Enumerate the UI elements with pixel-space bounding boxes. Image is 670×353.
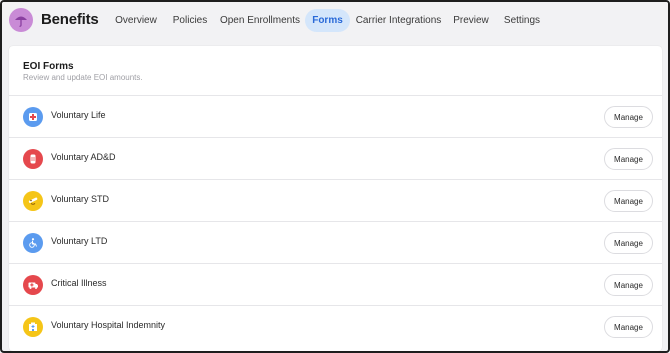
- card-subtitle: Review and update EOI amounts.: [23, 73, 143, 82]
- manage-button[interactable]: Manage: [604, 148, 653, 170]
- app-title: Benefits: [41, 11, 99, 28]
- umbrella-icon: [9, 8, 33, 32]
- manage-button[interactable]: Manage: [604, 106, 653, 128]
- tab-preview[interactable]: Preview: [449, 9, 493, 32]
- row-label: Voluntary STD: [51, 194, 110, 204]
- list-item: Critical Illness Manage: [9, 264, 662, 306]
- list-item: Voluntary LTD Manage: [9, 222, 662, 264]
- life-shield-icon: [23, 107, 43, 127]
- app-window: Benefits Overview Policies Open Enrollme…: [0, 0, 670, 353]
- row-label: Voluntary Life: [51, 110, 106, 120]
- list-item: Voluntary STD Manage: [9, 180, 662, 222]
- wheelchair-icon: [23, 233, 43, 253]
- list-item: Voluntary Life Manage: [9, 96, 662, 138]
- bandaged-face-icon: [23, 191, 43, 211]
- list-item: Voluntary Hospital Indemnity Manage: [9, 306, 662, 348]
- tab-settings[interactable]: Settings: [500, 9, 544, 32]
- manage-button[interactable]: Manage: [604, 190, 653, 212]
- tab-open-enrollments[interactable]: Open Enrollments: [218, 9, 302, 32]
- row-label: Voluntary AD&D: [51, 152, 116, 162]
- tab-policies[interactable]: Policies: [168, 9, 212, 32]
- list-item: Voluntary AD&D Manage: [9, 138, 662, 180]
- ambulance-icon: [23, 275, 43, 295]
- tab-overview[interactable]: Overview: [109, 9, 163, 32]
- card-title: EOI Forms: [23, 61, 74, 72]
- manage-button[interactable]: Manage: [604, 232, 653, 254]
- tab-forms[interactable]: Forms: [305, 9, 350, 32]
- eoi-forms-card: EOI Forms Review and update EOI amounts.…: [9, 46, 662, 351]
- row-label: Voluntary Hospital Indemnity: [51, 320, 166, 330]
- tab-carrier-integrations[interactable]: Carrier Integrations: [355, 9, 442, 32]
- manage-button[interactable]: Manage: [604, 274, 653, 296]
- bandage-icon: [23, 149, 43, 169]
- row-label: Critical Illness: [51, 278, 107, 288]
- card-header: EOI Forms Review and update EOI amounts.: [9, 46, 662, 96]
- top-navigation-bar: Benefits Overview Policies Open Enrollme…: [2, 2, 668, 38]
- manage-button[interactable]: Manage: [604, 316, 653, 338]
- hospital-icon: [23, 317, 43, 337]
- row-label: Voluntary LTD: [51, 236, 108, 246]
